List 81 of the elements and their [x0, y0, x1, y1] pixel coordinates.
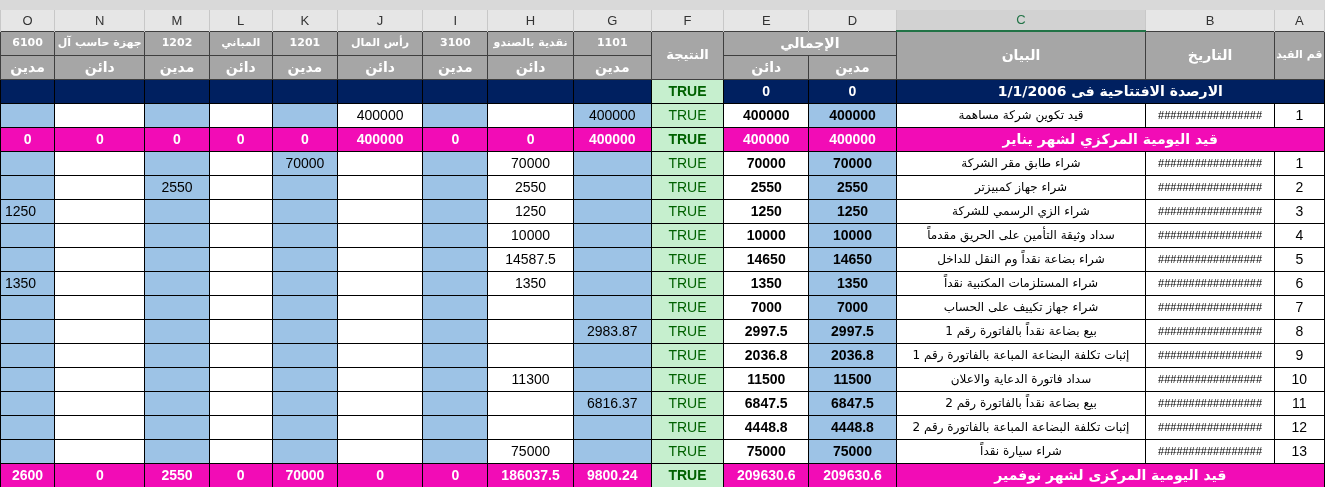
table-cell: شراء جهاز كمبيزتر: [896, 175, 1146, 199]
table-cell: [0, 319, 55, 343]
table-cell: شراء سيارة نقداً: [896, 439, 1146, 463]
header-cell: 6100: [0, 31, 55, 55]
column-header[interactable]: L: [209, 10, 273, 31]
column-header[interactable]: J: [337, 10, 423, 31]
table-cell: 0: [54, 463, 145, 487]
table-cell: #################: [1145, 199, 1275, 223]
table-cell: 1250: [0, 199, 55, 223]
table-cell: شراء بضاعة نقداً وم النقل للداخل: [896, 247, 1146, 271]
table-cell: بيع بضاعة نقداً بالفاتورة رقم 1: [896, 319, 1146, 343]
table-cell: [0, 223, 55, 247]
table-cell: 2600: [0, 463, 55, 487]
table-cell: #################: [1145, 271, 1275, 295]
table-cell: #################: [1145, 391, 1275, 415]
table-cell: قيد اليومية المركزى لشهر نوفمير: [896, 463, 1325, 487]
table-cell: #################: [1145, 247, 1275, 271]
table-cell: سداد وثيقة التأمين على الحريق مقدماً: [896, 223, 1146, 247]
table-cell: #################: [1145, 343, 1275, 367]
header-cell: النتيجة: [651, 31, 724, 79]
header-cell: البيان: [896, 31, 1146, 79]
table-cell: #################: [1145, 439, 1275, 463]
header-cell: 3100: [422, 31, 488, 55]
header-cell: رأس المال: [337, 31, 423, 55]
header-cell: نقدية بالصندو: [487, 31, 574, 55]
table-cell: [0, 415, 55, 439]
table-cell: سداد فاتورة الدعاية والاعلان: [896, 367, 1146, 391]
table-cell: [0, 295, 55, 319]
column-header[interactable]: D: [808, 10, 897, 31]
header-cell: قم القيد: [1274, 31, 1325, 79]
table-cell: #################: [1145, 295, 1275, 319]
header-cell: التاريخ: [1145, 31, 1275, 79]
table-cell: #################: [1145, 151, 1275, 175]
table-cell: شراء طابق مقر الشركة: [896, 151, 1146, 175]
table-cell: [0, 151, 55, 175]
column-header[interactable]: C: [896, 10, 1146, 31]
header-cell: مدين: [0, 55, 55, 79]
table-cell: شراء المستلزمات المكتبية نقداً: [896, 271, 1146, 295]
header-cell: 1201: [272, 31, 338, 55]
header-cell: جهزة حاسب آل: [54, 31, 145, 55]
table-cell: إثبات تكلفة البضاعة المباعة بالفاتورة رقم 2: [896, 415, 1146, 439]
table-cell: 1350: [0, 271, 55, 295]
table-cell: قيد اليومية المركزي لشهر يناير: [896, 127, 1325, 151]
table-cell: [0, 79, 55, 103]
table-cell: شراء جهاز تكييف على الحساب: [896, 295, 1146, 319]
table-cell: #################: [1145, 319, 1275, 343]
table-cell: [0, 247, 55, 271]
table-cell: [0, 391, 55, 415]
column-header[interactable]: M: [144, 10, 210, 31]
column-header[interactable]: G: [573, 10, 652, 31]
table-cell: 0: [0, 127, 55, 151]
table-cell: #################: [1145, 103, 1275, 127]
header-cell: 1202: [144, 31, 210, 55]
column-header[interactable]: I: [422, 10, 488, 31]
table-cell: بيع بضاعة نقداً بالفاتورة رقم 2: [896, 391, 1146, 415]
table-cell: [0, 343, 55, 367]
table-cell: [0, 175, 55, 199]
table-cell: #################: [1145, 223, 1275, 247]
table-cell: [0, 439, 55, 463]
column-header[interactable]: H: [487, 10, 574, 31]
table-cell: #################: [1145, 415, 1275, 439]
table-cell: #################: [1145, 175, 1275, 199]
column-header[interactable]: A: [1274, 10, 1325, 31]
header-cell: الإجمالي: [723, 31, 897, 55]
header-cell: دائن: [54, 55, 145, 79]
table-cell: شراء الزي الرسمي للشركة: [896, 199, 1146, 223]
table-cell: #################: [1145, 367, 1275, 391]
column-header[interactable]: B: [1145, 10, 1275, 31]
header-cell: المباني: [209, 31, 273, 55]
table-cell: 0: [54, 127, 145, 151]
table-cell: [0, 367, 55, 391]
column-header[interactable]: O: [0, 10, 55, 31]
header-cell: 1101: [573, 31, 652, 55]
table-cell: قيد تكوين شركة مساهمة: [896, 103, 1146, 127]
table-cell: إثبات تكلفة البضاعة المباعة بالفاتورة رقم 1: [896, 343, 1146, 367]
column-header[interactable]: E: [723, 10, 809, 31]
table-cell: [0, 103, 55, 127]
column-header[interactable]: N: [54, 10, 145, 31]
column-header[interactable]: F: [651, 10, 724, 31]
column-header[interactable]: K: [272, 10, 338, 31]
table-cell: الارصدة الافتتاحية فى 1/1/2006: [896, 79, 1325, 103]
